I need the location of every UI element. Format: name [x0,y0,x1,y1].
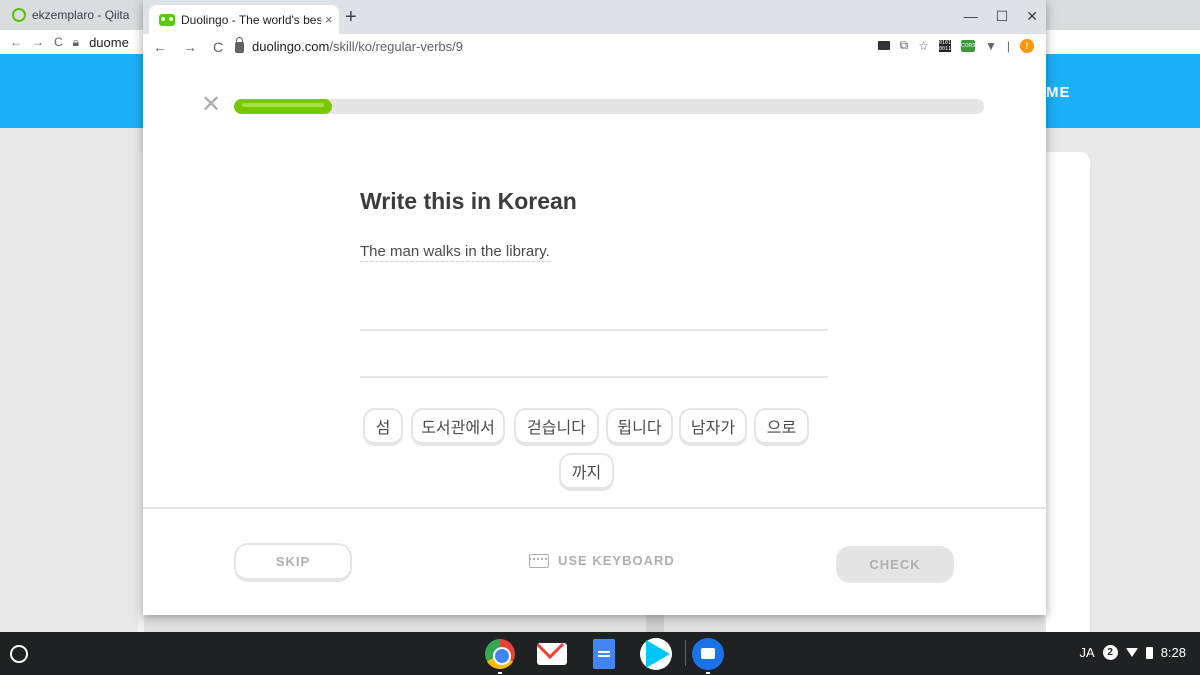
open-in-new-icon[interactable]: ⧉ [900,38,909,53]
binary-extension-icon[interactable]: 0101 0011 [938,39,951,52]
maximize-icon[interactable]: ☐ [996,8,1009,25]
word-tile[interactable]: 걷습니다 [514,408,599,446]
url-host: duolingo.com [252,39,330,54]
shelf-app-docs[interactable] [586,638,622,670]
check-button[interactable]: CHECK [836,546,954,583]
warning-icon[interactable]: ! [1020,38,1034,53]
files-icon [692,638,724,670]
qiita-logo-icon [12,8,26,22]
minimize-icon[interactable]: — [964,8,978,25]
background-footer-strip [144,615,1044,632]
battery-icon [1145,646,1153,659]
answer-line [360,329,828,331]
answer-line [360,376,828,378]
word-tile[interactable]: 도서관에서 [411,408,505,446]
play-store-icon [640,638,672,670]
background-footer-divider [646,615,664,632]
new-tab-button[interactable]: + [345,6,357,29]
background-card [1046,152,1090,632]
forward-icon[interactable]: → [32,35,44,49]
shelf-apps [482,638,726,674]
lock-icon: 🔒︎ [72,34,80,49]
skip-button[interactable]: SKIP [234,543,352,582]
use-keyboard-button[interactable]: USE KEYBOARD [529,553,675,568]
clock: 8:28 [1160,645,1186,660]
close-lesson-icon[interactable]: ✕ [201,93,221,117]
shelf-separator [685,640,686,666]
background-tab-title: ekzemplaro - Qiita [32,8,130,22]
duolingo-window: Duolingo - The world's best wa × + — ☐ ✕… [143,0,1046,615]
word-tile[interactable]: 까지 [559,453,614,491]
background-address[interactable]: duome [89,35,129,50]
tab-duolingo[interactable]: Duolingo - The world's best wa × [149,5,339,34]
vue-extension-icon[interactable]: ▼ [985,39,997,53]
prompt-title: Write this in Korean [360,188,577,214]
duolingo-owl-icon [159,13,175,26]
launcher-icon[interactable] [10,645,28,663]
address-bar[interactable]: duolingo.com /skill/ko/regular-verbs/9 [235,37,463,54]
use-keyboard-label: USE KEYBOARD [558,553,675,568]
toolbar-icons: ⧉ ☆ 0101 0011 CORS ▼ | ! [877,38,1034,53]
close-window-icon[interactable]: ✕ [1026,8,1038,25]
url-path: /skill/ko/regular-verbs/9 [329,39,463,54]
tab-title: Duolingo - The world's best wa [181,12,321,27]
window-controls: — ☐ ✕ [964,8,1038,25]
status-area[interactable]: JA 2 8:28 [1080,645,1186,660]
shelf-app-gmail[interactable] [534,638,570,670]
background-banner-text: ME [1046,84,1071,101]
progress-bar [234,99,984,114]
running-indicator [706,672,710,674]
chrome-icon [485,639,515,669]
progress-shine [242,103,324,107]
word-tile[interactable]: 섬 [363,408,403,446]
lock-icon [235,37,244,53]
word-tile[interactable]: 으로 [754,408,809,446]
shelf: JA 2 8:28 [0,632,1200,675]
reload-icon[interactable]: C [213,39,223,55]
forward-icon[interactable]: → [183,39,197,55]
tabstrip: Duolingo - The world's best wa × + — ☐ ✕ [143,0,1046,34]
docs-icon [593,639,615,669]
notification-badge: 2 [1102,645,1118,660]
camera-icon[interactable] [877,41,890,50]
wifi-icon [1125,648,1138,657]
word-tile[interactable]: 남자가 [679,408,747,446]
ime-indicator: JA [1079,645,1095,660]
toolbar: ← → C duolingo.com /skill/ko/regular-ver… [143,34,1046,60]
cors-extension-icon[interactable]: CORS [960,39,975,52]
gmail-icon [537,643,567,665]
shelf-app-play-store[interactable] [638,638,674,670]
running-indicator [498,672,502,674]
nav-buttons: ← → C [153,39,223,55]
back-icon[interactable]: ← [10,35,22,49]
word-tile[interactable]: 뒵니다 [606,408,673,446]
star-icon[interactable]: ☆ [918,39,929,53]
shelf-app-chrome[interactable] [482,638,518,674]
keyboard-icon [529,553,549,568]
prompt-sentence[interactable]: The man walks in the library. [360,243,550,262]
background-tab[interactable]: ekzemplaro - Qiita [0,0,146,30]
footer-divider [143,507,1046,509]
reload-icon[interactable]: C [54,35,63,49]
toolbar-divider: | [1006,38,1010,53]
back-icon[interactable]: ← [153,39,167,55]
shelf-app-files[interactable] [690,638,726,674]
close-tab-icon[interactable]: × [325,12,333,27]
